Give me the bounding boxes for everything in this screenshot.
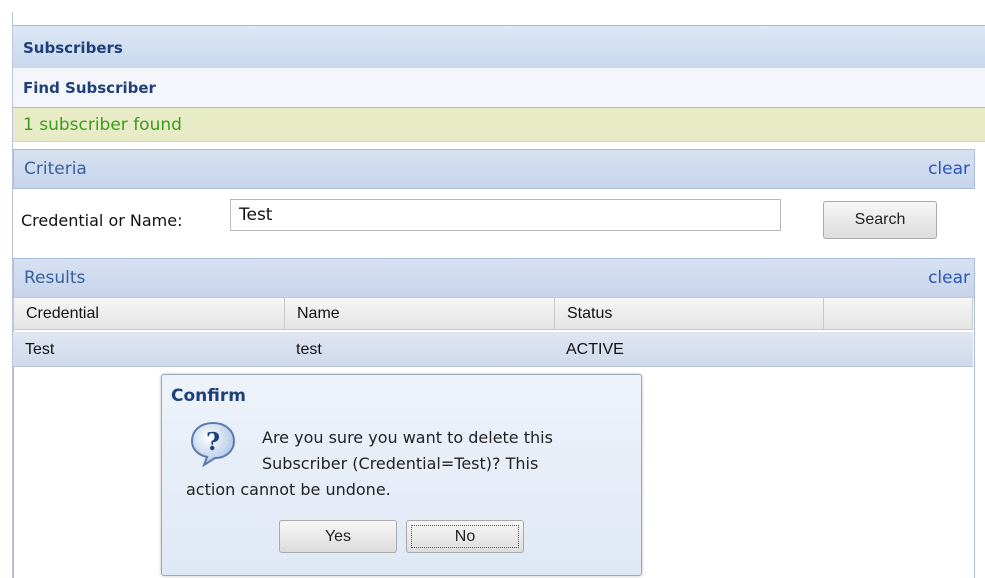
results-title: Results	[24, 268, 86, 288]
criteria-clear-link[interactable]: clear	[928, 159, 970, 179]
no-button[interactable]: No	[406, 520, 524, 553]
criteria-title: Criteria	[24, 159, 87, 179]
confirm-dialog: Confirm ? Are you sure you want to delet…	[161, 374, 642, 576]
dialog-message-line-2: Subscriber (Credential=Test)? This	[262, 454, 539, 473]
dialog-message-line-3: action cannot be undone.	[186, 480, 391, 499]
page-subtitle: Find Subscriber	[23, 79, 156, 97]
credential-or-name-input[interactable]	[230, 199, 781, 231]
column-header-status[interactable]: Status	[555, 298, 824, 329]
dialog-message-line-1: Are you sure you want to delete this	[262, 428, 553, 447]
column-header-credential[interactable]: Credential	[14, 298, 285, 329]
results-clear-link[interactable]: clear	[928, 268, 970, 288]
yes-button[interactable]: Yes	[279, 520, 397, 553]
status-bar: 1 subscriber found	[13, 108, 985, 142]
credential-or-name-label: Credential or Name:	[21, 211, 183, 230]
search-button[interactable]: Search	[823, 201, 937, 239]
column-header-name[interactable]: Name	[285, 298, 555, 329]
panel-title: Subscribers	[23, 39, 123, 57]
dialog-title: Confirm	[171, 386, 246, 406]
subtitle-bar: Find Subscriber	[13, 68, 985, 108]
criteria-header: Criteria clear	[13, 149, 975, 189]
cell-status: ACTIVE	[566, 341, 624, 358]
status-message: 1 subscriber found	[23, 115, 182, 135]
table-row[interactable]: Test test ACTIVE	[13, 332, 973, 367]
results-header: Results clear	[13, 258, 975, 298]
cell-credential: Test	[25, 341, 55, 358]
column-header-actions	[824, 298, 972, 329]
panel-title-bar: Subscribers	[13, 25, 985, 69]
cell-name: test	[296, 341, 322, 358]
focus-ring	[411, 525, 519, 548]
dialog-message: Are you sure you want to delete this Sub…	[186, 425, 626, 503]
results-table-header: Credential Name Status	[13, 297, 973, 330]
